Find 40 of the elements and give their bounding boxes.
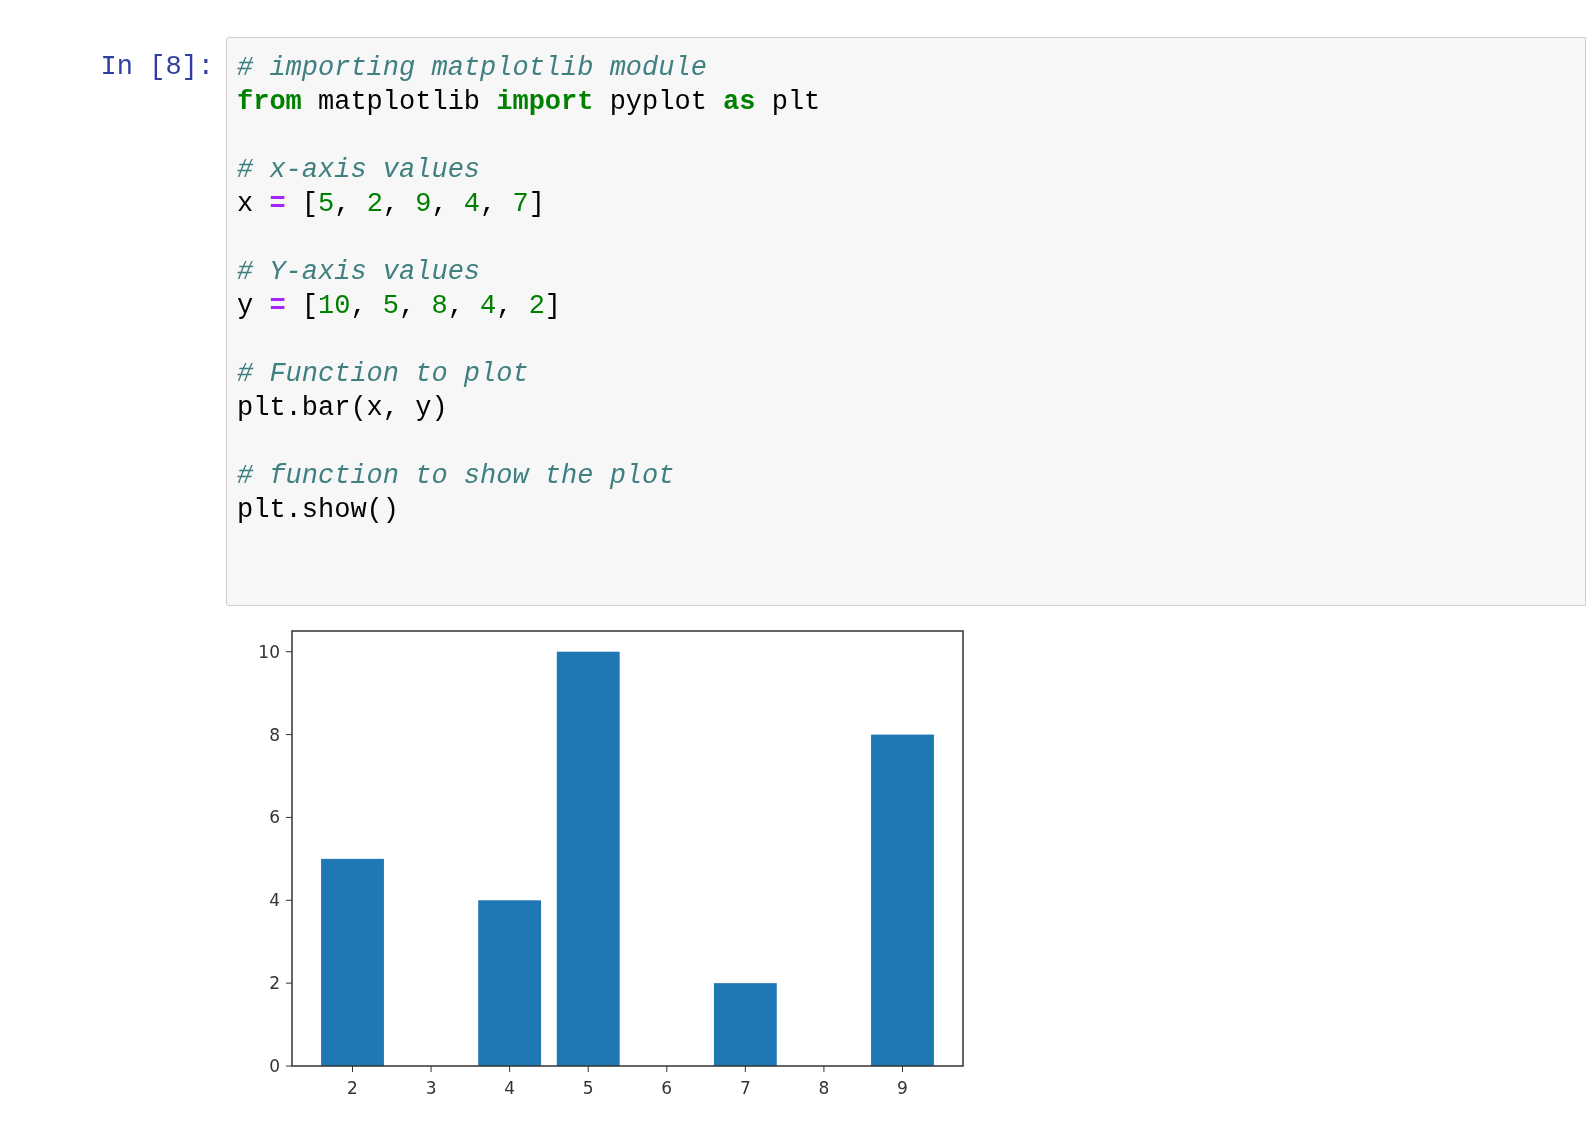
x-tick-label: 6: [661, 1078, 673, 1098]
y-tick: [285, 734, 293, 736]
x-tick-label: 5: [582, 1078, 594, 1098]
y-tick-label: 2: [269, 973, 280, 994]
x-tick-label: 9: [897, 1078, 908, 1098]
y-tick-label: 8: [269, 724, 280, 745]
x-tick: [509, 1065, 511, 1073]
cell-prompt: In [8]:: [100, 51, 214, 84]
x-tick: [352, 1065, 353, 1073]
x-tick-label: 7: [739, 1078, 751, 1098]
code-line: x = [5, 2, 9, 4, 7]: [237, 188, 545, 221]
y-tick: [285, 816, 293, 818]
code-line: y = [10, 5, 8, 4, 2]: [237, 290, 562, 323]
code-line: from matplotlib import pyplot as plt: [237, 86, 821, 119]
x-tick: [666, 1065, 668, 1073]
y-tick-label: 4: [269, 890, 280, 911]
x-tick: [902, 1065, 903, 1073]
y-tick-label: 10: [258, 641, 280, 662]
y-tick-label: 0: [269, 1056, 280, 1076]
y-tick: [285, 651, 293, 653]
x-tick-label: 8: [818, 1078, 830, 1098]
x-tick: [823, 1065, 825, 1073]
x-tick: [744, 1065, 746, 1073]
x-tick: [587, 1065, 589, 1073]
x-tick-label: 2: [347, 1078, 358, 1098]
x-tick-label: 3: [425, 1078, 437, 1098]
code-cell[interactable]: [226, 37, 1586, 606]
code-line: # importing matplotlib module: [237, 52, 707, 85]
y-tick: [285, 1065, 293, 1067]
code-line: # Y-axis values: [237, 256, 481, 289]
y-tick: [285, 982, 293, 984]
code-line: # function to show the plot: [237, 460, 675, 493]
x-tick-label: 4: [504, 1078, 516, 1098]
code-line: plt.bar(x, y): [237, 392, 448, 425]
code-line: # Function to plot: [237, 358, 529, 391]
code-line: # x-axis values: [237, 154, 481, 187]
y-tick-label: 6: [269, 807, 280, 828]
code-line: plt.show(): [237, 494, 400, 527]
x-tick: [430, 1065, 432, 1073]
y-tick: [285, 899, 293, 901]
